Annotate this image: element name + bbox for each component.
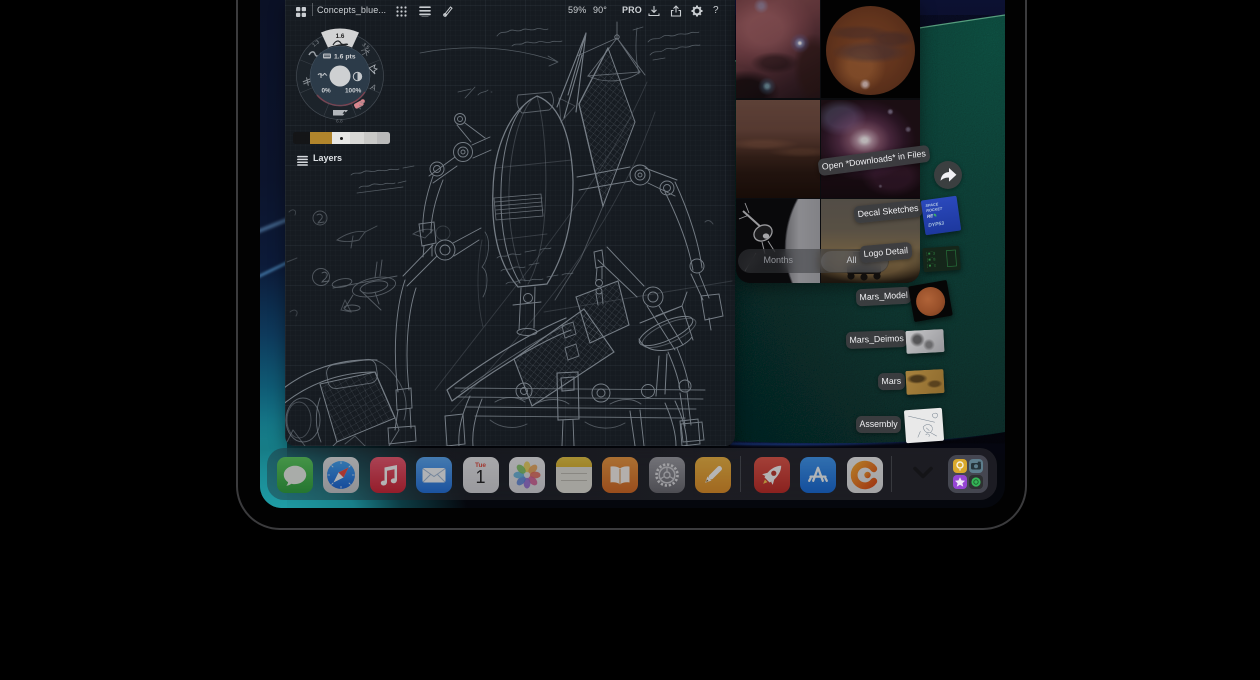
svg-text:¦■¯3: ¦■¯3 bbox=[925, 251, 936, 257]
svg-text:¦■¯≥: ¦■¯≥ bbox=[926, 263, 937, 269]
svg-text:¦■¯8: ¦■¯8 bbox=[926, 257, 937, 263]
svg-text:✎: ✎ bbox=[933, 213, 938, 219]
svg-text:DYP53: DYP53 bbox=[928, 221, 945, 229]
